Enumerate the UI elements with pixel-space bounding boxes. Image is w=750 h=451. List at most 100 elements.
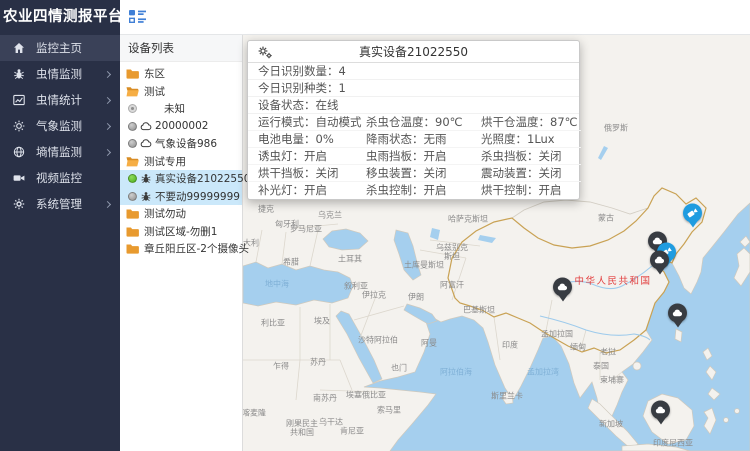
tree-folder[interactable]: 东区 bbox=[120, 65, 242, 83]
weather-device-icon bbox=[140, 121, 152, 132]
popup-status-cell: 电池电量：0% bbox=[248, 131, 356, 148]
sidebar-item-video-monitor[interactable]: 视频监控 bbox=[0, 165, 120, 191]
sidebar-item-insect-monitor[interactable]: 虫情监测 bbox=[0, 61, 120, 87]
unknown-device-icon bbox=[128, 104, 137, 113]
device-info-popup: 真实设备21022550 今日识别数量：4今日识别种类：1设备状态：在线 运行模… bbox=[247, 40, 580, 200]
sidebar-item-label: 墒情监测 bbox=[36, 144, 105, 160]
popup-status-cell: 虫雨挡板：开启 bbox=[356, 148, 471, 165]
tree-item-label: 未知 bbox=[164, 101, 185, 116]
popup-status-cell: 烘干仓温度：87℃ bbox=[471, 114, 581, 131]
popup-summary-row: 设备状态：在线 bbox=[248, 97, 579, 114]
device-list-title: 设备列表 bbox=[120, 35, 242, 62]
sidebar-item-label: 系统管理 bbox=[36, 196, 105, 212]
chart-icon bbox=[13, 94, 26, 107]
folder-closed-icon bbox=[126, 68, 139, 79]
marker-tail bbox=[656, 418, 666, 430]
tree-item-label: 不要动99999999 bbox=[155, 189, 240, 204]
popup-summary-row: 今日识别种类：1 bbox=[248, 80, 579, 97]
chevron-right-icon bbox=[104, 200, 111, 207]
tree-device[interactable]: 气象设备986 bbox=[120, 135, 242, 153]
popup-status-cell: 杀虫仓温度：90℃ bbox=[356, 114, 471, 131]
marker-tail bbox=[558, 295, 568, 307]
popup-device-title: 真实设备21022550 bbox=[248, 43, 579, 60]
popup-status-cell: 运行模式：自动模式 bbox=[248, 114, 356, 131]
folder-closed-icon bbox=[126, 208, 139, 219]
weather-device-marker[interactable] bbox=[650, 251, 670, 276]
folder-closed-icon bbox=[126, 226, 139, 237]
chevron-right-icon bbox=[104, 122, 111, 129]
tree-folder[interactable]: 测试 bbox=[120, 83, 242, 101]
popup-status-cell: 烘干控制：开启 bbox=[471, 182, 581, 199]
status-dot-gray bbox=[128, 122, 137, 131]
status-dot-gray bbox=[128, 192, 137, 201]
tree-item-label: 东区 bbox=[144, 66, 165, 81]
gear-icon bbox=[13, 198, 26, 211]
folder-open-icon bbox=[126, 86, 139, 97]
popup-status-cell: 诱虫灯：开启 bbox=[248, 148, 356, 165]
status-dot-green bbox=[128, 174, 137, 183]
folder-closed-icon bbox=[126, 243, 139, 254]
tree-device[interactable]: 未知 bbox=[120, 100, 242, 118]
sun-icon bbox=[13, 120, 26, 133]
tree-toggle-icon[interactable] bbox=[129, 10, 146, 25]
home-icon bbox=[13, 42, 26, 55]
tree-item-label: 气象设备986 bbox=[155, 136, 217, 151]
weather-device-marker[interactable] bbox=[668, 304, 688, 329]
sidebar-item-insect-stats[interactable]: 虫情统计 bbox=[0, 87, 120, 113]
popup-status-cell: 降雨状态：无雨 bbox=[356, 131, 471, 148]
insect-device-icon bbox=[140, 191, 152, 202]
weather-device-marker[interactable] bbox=[553, 278, 573, 303]
bug-icon bbox=[13, 68, 26, 81]
marker-tail bbox=[655, 268, 665, 280]
popup-status-cell: 杀虫挡板：关闭 bbox=[471, 148, 581, 165]
sidebar-item-system-manage[interactable]: 系统管理 bbox=[0, 191, 120, 217]
folder-open-icon bbox=[126, 156, 139, 167]
chevron-right-icon bbox=[104, 70, 111, 77]
chevron-right-icon bbox=[104, 148, 111, 155]
tree-device[interactable]: 20000002 bbox=[120, 118, 242, 136]
tree-item-label: 测试专用 bbox=[144, 154, 186, 169]
camera-icon bbox=[13, 172, 26, 185]
popup-summary-row: 今日识别数量：4 bbox=[248, 63, 579, 80]
tree-folder[interactable]: 测试勿动 bbox=[120, 205, 242, 223]
sidebar-item-label: 气象监测 bbox=[36, 118, 105, 134]
popup-status-cell: 震动装置：关闭 bbox=[471, 165, 581, 182]
device-list-panel: 设备列表 东区测试未知 20000002 气象设备986 测试专用真实设备210225… bbox=[120, 35, 243, 451]
tree-device[interactable]: 不要动99999999 bbox=[120, 188, 242, 206]
globe-icon bbox=[13, 146, 26, 159]
tree-folder[interactable]: 测试区域-勿删1 bbox=[120, 223, 242, 241]
popup-status-cell: 杀虫控制：开启 bbox=[356, 182, 471, 199]
sidebar-item-label: 视频监控 bbox=[36, 170, 112, 186]
app-title: 农业四情测报平台 bbox=[0, 0, 120, 35]
popup-status-cell: 补光灯：开启 bbox=[248, 182, 356, 199]
settings-gears-icon[interactable] bbox=[257, 44, 273, 60]
popup-status-cell: 移虫装置：关闭 bbox=[356, 165, 471, 182]
tree-folder[interactable]: 测试专用 bbox=[120, 153, 242, 171]
top-header bbox=[120, 0, 750, 35]
tree-folder[interactable]: 章丘阳丘区-2个摄像头 bbox=[120, 240, 242, 258]
insect-device-icon bbox=[140, 173, 152, 184]
sidebar-item-soil-monitor[interactable]: 墒情监测 bbox=[0, 139, 120, 165]
marker-tail bbox=[673, 321, 683, 333]
camera-device-marker[interactable] bbox=[683, 204, 703, 229]
popup-header: 真实设备21022550 bbox=[248, 41, 579, 63]
tree-item-label: 真实设备21022550 bbox=[155, 171, 250, 186]
tree-item-label: 测试区域-勿删1 bbox=[144, 224, 217, 239]
tree-item-label: 测试 bbox=[144, 84, 165, 99]
tree-item-label: 20000002 bbox=[155, 120, 208, 132]
tree-device[interactable]: 真实设备21022550 bbox=[120, 170, 242, 188]
sidebar-item-label: 虫情统计 bbox=[36, 92, 105, 108]
sidebar-item-label: 监控主页 bbox=[36, 40, 112, 56]
sidebar-item-weather-monitor[interactable]: 气象监测 bbox=[0, 113, 120, 139]
tree-item-label: 测试勿动 bbox=[144, 206, 186, 221]
marker-tail bbox=[688, 221, 698, 233]
sidebar-item-label: 虫情监测 bbox=[36, 66, 105, 82]
sidebar-item-monitor-home[interactable]: 监控主页 bbox=[0, 35, 120, 61]
weather-device-icon bbox=[140, 138, 152, 149]
sidebar: 农业四情测报平台 监控主页虫情监测虫情统计气象监测墒情监测视频监控系统管理 bbox=[0, 0, 120, 451]
status-dot-gray bbox=[128, 139, 137, 148]
popup-status-cell: 烘干挡板：关闭 bbox=[248, 165, 356, 182]
chevron-right-icon bbox=[104, 96, 111, 103]
popup-status-cell: 光照度：1Lux bbox=[471, 131, 581, 148]
weather-device-marker[interactable] bbox=[651, 401, 671, 426]
